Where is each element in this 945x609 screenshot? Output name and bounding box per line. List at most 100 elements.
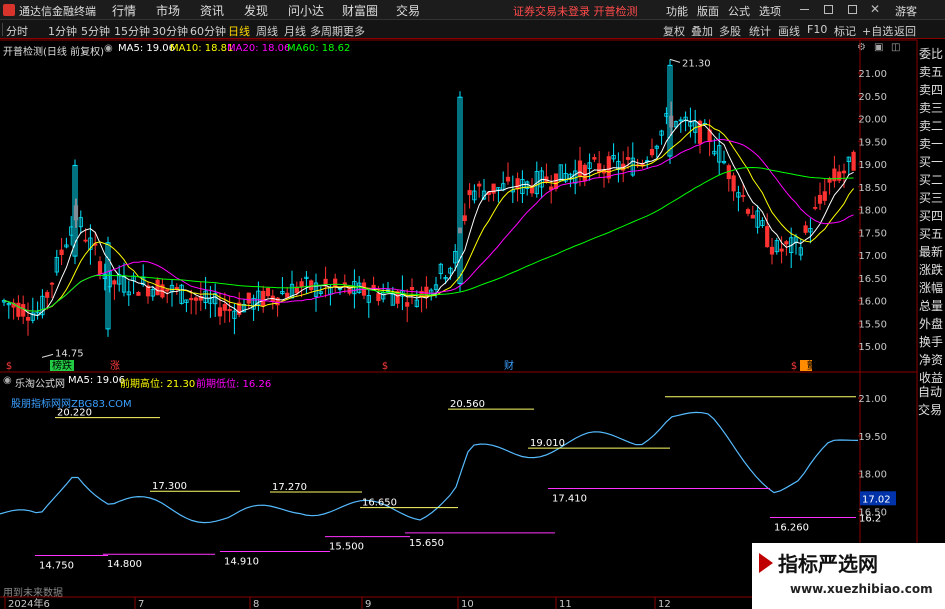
candle-body: [649, 149, 655, 156]
ma10-line: [3, 123, 854, 312]
y-tick-label: 20.00: [858, 115, 887, 126]
event-marker: 颤: [807, 359, 817, 372]
brand-watermark: 指标严选网 www.xuezhibiao.com: [752, 543, 945, 609]
candle-body: [25, 317, 31, 321]
candle-body: [193, 297, 199, 301]
candle-body: [467, 190, 472, 196]
candle-body: [261, 290, 266, 307]
candle-body: [227, 309, 232, 312]
candle-body: [59, 249, 64, 256]
candle-body: [745, 209, 751, 214]
candle-body: [309, 280, 314, 291]
kline-chart[interactable]: 21.00 20.50 20.00 19.50 19.00 18.50 18.00 17.50…: [0, 0, 945, 609]
high-level-label: 17.300: [152, 481, 187, 492]
high-level-label: 16.650: [362, 498, 397, 509]
y-tick-label: 19.00: [858, 160, 887, 171]
current-value: 17.02: [862, 494, 891, 505]
edge-value: 16.2: [859, 513, 881, 524]
candle-body: [779, 248, 784, 252]
candle-body: [477, 183, 482, 187]
low-level-label: 15.500: [329, 542, 364, 553]
y-tick-label: 17.00: [858, 251, 887, 262]
ma60-line: [3, 166, 854, 312]
low-level-label: 16.260: [774, 522, 809, 533]
candle-body: [505, 176, 511, 182]
candle-body: [21, 304, 26, 317]
low-label: 14.75: [55, 348, 84, 359]
candle-body: [16, 302, 21, 317]
ma5-line: [3, 119, 854, 317]
candle-body: [333, 278, 338, 288]
high-level-label: 19.010: [530, 438, 565, 449]
candle-body: [299, 281, 304, 288]
y-tick-label: 16.00: [858, 297, 887, 308]
event-marker: $: [791, 361, 797, 372]
y-tick-label: 16.50: [858, 274, 887, 285]
candle-body: [592, 157, 597, 160]
candle-body: [813, 207, 818, 209]
high-level-label: 20.220: [57, 408, 92, 419]
candle-body: [803, 225, 808, 233]
candle-body: [837, 171, 842, 181]
candle-body: [769, 246, 775, 255]
candle-body: [97, 261, 103, 275]
candle-body: [83, 239, 88, 242]
candle-body: [741, 195, 746, 197]
candle-body: [376, 293, 381, 302]
candle-body: [112, 280, 117, 285]
y-tick-label: 19.50: [858, 137, 887, 148]
signal-line: [0, 411, 859, 524]
candle-body: [765, 226, 770, 248]
high-pointer: [669, 58, 681, 63]
high-label: 21.30: [682, 58, 711, 69]
candle-body: [731, 175, 736, 192]
candle-body: [577, 160, 583, 177]
low-level-label: 17.410: [552, 493, 587, 504]
low-level-label: 15.650: [409, 538, 444, 549]
candle-body: [462, 215, 467, 222]
candle-body: [822, 191, 827, 201]
candle-body: [45, 292, 50, 298]
x-tick-label: 12: [658, 599, 671, 609]
candle-body: [405, 302, 410, 307]
x-tick-label: 8: [253, 599, 259, 609]
candle-body: [49, 282, 55, 285]
candle-body: [165, 289, 170, 292]
candle-body: [491, 183, 496, 194]
x-tick-label: 7: [138, 599, 144, 609]
y-tick-label: 15.50: [858, 319, 887, 330]
candle-body: [606, 156, 611, 179]
candle-body: [582, 164, 587, 182]
candle-body: [189, 297, 194, 301]
event-marker: $: [6, 361, 12, 372]
y-tick-label: 17.50: [858, 228, 887, 239]
x-tick-label: 11: [559, 599, 572, 609]
ind-y-tick-label: 18.00: [858, 470, 887, 481]
brand-url: www.xuezhibiao.com: [790, 582, 933, 596]
event-marker: 财: [504, 359, 514, 372]
y-tick-label: 21.00: [858, 69, 887, 80]
candle-body: [784, 241, 789, 245]
candle-body: [409, 287, 415, 291]
candle-body: [625, 157, 631, 160]
low-pointer: [41, 353, 54, 358]
y-tick-label: 18.00: [858, 206, 887, 217]
event-marker: 涨: [110, 360, 120, 372]
high-level-label: 20.560: [450, 399, 485, 410]
y-tick-label: 18.50: [858, 183, 887, 194]
low-level-label: 14.910: [224, 556, 259, 567]
event-marker: $: [382, 361, 388, 372]
candle-body: [515, 178, 520, 190]
candle-body: [285, 292, 290, 298]
candle-body: [217, 307, 223, 317]
candle-body: [222, 304, 227, 311]
y-tick-label: 20.50: [858, 92, 887, 103]
x-tick-label: 10: [461, 599, 474, 609]
low-level-label: 14.750: [39, 561, 74, 572]
y-tick-label: 15.00: [858, 342, 887, 353]
event-marker: 榜跌: [52, 359, 72, 372]
x-tick-label: 2024年6: [8, 597, 50, 609]
low-level-label: 14.800: [107, 559, 142, 570]
candle-body: [265, 287, 271, 297]
candle-body: [750, 214, 755, 219]
